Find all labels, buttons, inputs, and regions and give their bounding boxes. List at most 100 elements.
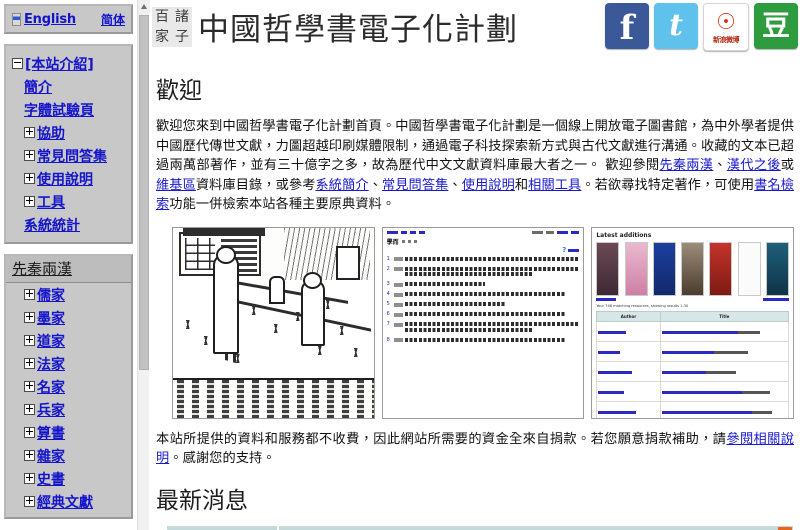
plus-box-icon[interactable]: [24, 127, 35, 138]
sidebar-item-label[interactable]: 儒家: [37, 285, 65, 305]
site-logo[interactable]: 百 諸 家 子: [152, 6, 192, 47]
sidebar-item-label[interactable]: 字體試驗頁: [24, 100, 94, 120]
sidebar-item-military[interactable]: 兵家: [6, 398, 131, 421]
sina-weibo-icon[interactable]: ☉ 新浪微博: [703, 3, 749, 51]
sep-4: 、: [448, 177, 462, 193]
plus-box-icon[interactable]: [24, 335, 35, 346]
table-row: [596, 320, 790, 342]
sidebar-item-stats[interactable]: 系統統計: [6, 213, 131, 236]
scroll-up-arrow-icon[interactable]: [138, 0, 150, 13]
plus-box-icon[interactable]: [24, 358, 35, 369]
column-author: Author: [596, 310, 661, 322]
nav-root-label: [本站介紹]: [25, 56, 94, 73]
table-row: [596, 400, 790, 418]
mid-text-1: 資料庫目錄，或參考: [195, 177, 316, 193]
sidebar-item-label[interactable]: 經典文獻: [37, 492, 93, 512]
plus-box-icon[interactable]: [24, 404, 35, 415]
sidebar-item-legalist[interactable]: 法家: [6, 352, 131, 375]
donation-paragraph: 本站所提供的資料和服務都不收費，因此網站所需要的資金全來自捐款。若您願意捐款補助…: [156, 430, 794, 469]
scrollbar-thumb[interactable]: [139, 15, 149, 370]
twitter-icon[interactable]: t: [654, 3, 698, 49]
link-faq[interactable]: 常見問答集: [382, 178, 448, 193]
sidebar-scrollbar[interactable]: [137, 0, 150, 530]
sidebar-item-label[interactable]: 法家: [37, 354, 65, 374]
link-system-intro[interactable]: 系統簡介: [315, 178, 368, 193]
plus-box-icon[interactable]: [24, 173, 35, 184]
nav-root-site-intro[interactable]: [本站介紹]: [6, 52, 131, 75]
thumbnail-gallery: 學而 ? 1 2 3 4 5 6 7 8 Latest additions Yo…: [156, 226, 795, 419]
douban-icon[interactable]: 豆: [754, 3, 798, 49]
plus-box-icon[interactable]: [24, 196, 35, 207]
sidebar-item-tools[interactable]: 工具: [6, 190, 131, 213]
logo-char-1: 百: [155, 8, 169, 25]
plus-box-icon[interactable]: [24, 450, 35, 461]
sidebar-item-school-of-names[interactable]: 名家: [6, 375, 131, 398]
sep-5: 和: [514, 177, 529, 193]
plus-box-icon[interactable]: [24, 312, 35, 323]
sidebar-item-mathematics[interactable]: 算書: [6, 421, 131, 444]
english-link[interactable]: English: [24, 12, 76, 27]
sidebar-item-label[interactable]: 工具: [37, 192, 65, 212]
sidebar-item-label[interactable]: 名家: [37, 377, 65, 397]
sidebar-item-label[interactable]: 墨家: [37, 308, 65, 328]
sidebar-item-label[interactable]: 史書: [37, 469, 65, 489]
news-column-date: [166, 524, 278, 530]
sidebar-item-mohist[interactable]: 墨家: [6, 306, 131, 329]
sidebar-item-confucian[interactable]: 儒家: [6, 283, 131, 306]
link-manual[interactable]: 使用說明: [462, 178, 515, 193]
pre-qin-han-section: 先秦兩漢 儒家 墨家 道家 法家 名家 兵家 算書 雜家 史書 經典文獻: [4, 254, 133, 519]
sidebar-item-manual[interactable]: 使用說明: [6, 167, 131, 190]
sidebar-item-label[interactable]: 簡介: [24, 77, 52, 97]
thumbnail-ctext-page[interactable]: 學而 ? 1 2 3 4 5 6 7 8: [381, 226, 585, 419]
link-pre-qin-han[interactable]: 先秦兩漢: [659, 158, 713, 173]
plus-box-icon[interactable]: [24, 427, 35, 438]
plus-box-icon[interactable]: [24, 289, 35, 300]
sidebar-item-label[interactable]: 算書: [37, 423, 65, 443]
link-related-tools[interactable]: 相關工具: [528, 178, 581, 193]
link-post-han[interactable]: 漢代之後: [727, 158, 781, 173]
facebook-icon[interactable]: f: [605, 3, 649, 49]
sidebar-item-label[interactable]: 雜家: [37, 446, 65, 466]
simplified-chinese-link[interactable]: 简体: [101, 11, 125, 28]
bibliography-results-note: Your 746 matching resources, showing res…: [596, 303, 689, 308]
sidebar-item-faq[interactable]: 常見問答集: [6, 144, 131, 167]
section-title: 先秦兩漢: [6, 256, 131, 283]
plus-box-icon[interactable]: [24, 473, 35, 484]
sidebar-item-label[interactable]: 道家: [37, 331, 65, 351]
sidebar-item-font-test[interactable]: 字體試驗頁: [6, 98, 131, 121]
link-wiki[interactable]: 維基區: [156, 178, 196, 193]
donation-text-part1: 本站所提供的資料和服務都不收費，因此網站所需要的資金全來自捐款。若您願意捐款補助…: [156, 431, 727, 447]
content-area: 歡迎 歡迎您來到中國哲學書電子化計劃首頁。中國哲學書電子化計劃是一個線上開放電子…: [150, 57, 800, 530]
minus-box-icon[interactable]: [12, 58, 23, 69]
sidebar-item-label[interactable]: 常見問答集: [37, 146, 107, 166]
news-table: [166, 524, 794, 530]
language-bar: English 简体: [4, 4, 133, 34]
book-cover: [737, 241, 761, 296]
social-links: f t ☉ 新浪微博 豆: [605, 3, 798, 51]
plus-box-icon[interactable]: [24, 150, 35, 161]
sidebar-item-label[interactable]: 系統統計: [24, 215, 80, 235]
sidebar-item-label[interactable]: 使用說明: [37, 169, 93, 189]
ctext-page-image: 學而 ? 1 2 3 4 5 6 7 8: [382, 227, 584, 418]
rss-badge-icon[interactable]: [778, 526, 792, 530]
sidebar-item-miscellaneous[interactable]: 雜家: [6, 444, 131, 467]
sidebar-item-daoist[interactable]: 道家: [6, 329, 131, 352]
plus-box-icon[interactable]: [24, 496, 35, 507]
logo-char-4: 子: [175, 28, 189, 45]
sidebar-item-classics[interactable]: 經典文獻: [6, 490, 131, 513]
sidebar-item-jianjie[interactable]: 簡介: [6, 75, 131, 98]
site-intro-nav: [本站介紹] 簡介 字體試驗頁 協助 常見問答集 使用說明 工具 系統統計: [4, 44, 133, 244]
welcome-heading: 歡迎: [156, 78, 202, 104]
thumbnail-woodblock-illustration[interactable]: [172, 226, 375, 419]
sidebar-item-help[interactable]: 協助: [6, 121, 131, 144]
sidebar-item-label[interactable]: 協助: [37, 123, 65, 143]
douban-glyph: 豆: [761, 9, 790, 42]
bibliography-image: Latest additions Your 746 matching resou…: [592, 227, 794, 418]
sidebar-item-histories[interactable]: 史書: [6, 467, 131, 490]
news-heading: 最新消息: [156, 487, 248, 514]
plus-box-icon[interactable]: [24, 381, 35, 392]
sidebar-item-label[interactable]: 兵家: [37, 400, 65, 420]
thumbnail-bibliography[interactable]: Latest additions Your 746 matching resou…: [591, 226, 795, 419]
news-column-subject: [278, 524, 794, 530]
book-cover: [624, 241, 648, 296]
